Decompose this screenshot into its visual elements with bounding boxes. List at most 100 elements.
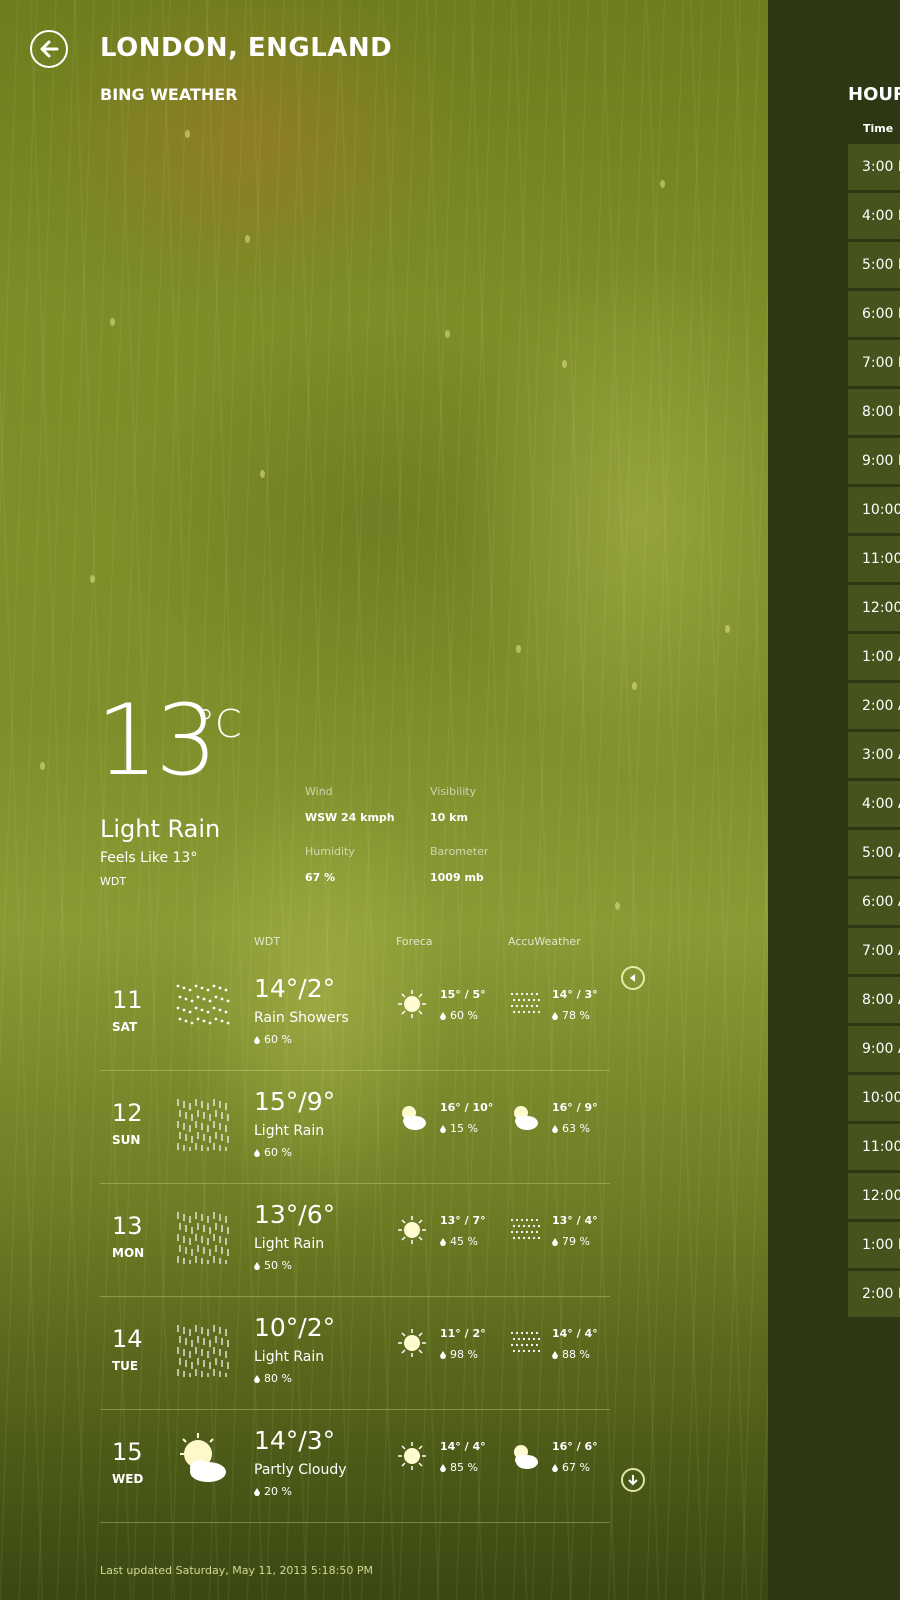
forecast-date: 12	[112, 1099, 143, 1127]
forecast-row[interactable]: 14 TUE 10°/2° Light Rain 80 % 11° / 2° 98 % 14°…	[100, 1297, 610, 1410]
wind-label: Wind	[305, 785, 333, 798]
foreca-sun-icon	[396, 988, 428, 1020]
raindrop-icon	[552, 1125, 558, 1133]
hourly-row[interactable]: 7:00 P	[848, 340, 900, 386]
raindrop-icon	[254, 1375, 260, 1383]
raindrop	[90, 575, 95, 583]
forecast-date: 11	[112, 986, 143, 1014]
hourly-time: 8:00 A	[862, 992, 900, 1008]
hourly-row[interactable]: 11:00	[848, 1124, 900, 1170]
hourly-row[interactable]: 9:00 P	[848, 438, 900, 484]
hourly-time: 12:00	[862, 1188, 900, 1204]
hourly-row[interactable]: 12:00	[848, 585, 900, 631]
hourly-row[interactable]: 10:00	[848, 1075, 900, 1121]
hourly-row[interactable]: 2:00 A	[848, 683, 900, 729]
back-button[interactable]	[30, 30, 68, 68]
light-rain-icon	[172, 1317, 232, 1380]
current-provider: WDT	[100, 875, 127, 888]
raindrop-icon	[254, 1036, 260, 1044]
accu-rain-icon	[508, 1327, 541, 1359]
hourly-row[interactable]: 5:00 A	[848, 830, 900, 876]
forecast-date: 14	[112, 1325, 143, 1353]
hourly-time: 5:00 P	[862, 257, 900, 273]
rain-showers-icon	[172, 978, 232, 1038]
light-rain-icon	[172, 1204, 232, 1267]
accu-temp: 13° / 4°	[552, 1214, 598, 1227]
forecast-temp: 14°/3°	[254, 1426, 336, 1455]
hourly-time: 2:00 P	[862, 1286, 900, 1302]
collapse-sources-button[interactable]	[621, 966, 645, 990]
hourly-row[interactable]: 10:00	[848, 487, 900, 533]
hourly-row[interactable]: 4:00 P	[848, 193, 900, 239]
visibility-label: Visibility	[430, 785, 477, 798]
raindrop	[725, 625, 730, 633]
foreca-temp: 15° / 5°	[440, 988, 486, 1001]
forecast-row[interactable]: 13 MON 13°/6° Light Rain 50 % 13° / 7° 45 % 13°…	[100, 1184, 610, 1297]
humidity-label: Humidity	[305, 845, 355, 858]
partly-cloudy-icon	[172, 1430, 232, 1490]
foreca-temp: 16° / 10°	[440, 1101, 494, 1114]
forecast-day: WED	[112, 1472, 144, 1486]
foreca-precip-value: 45 %	[450, 1235, 478, 1248]
hourly-row[interactable]: 4:00 A	[848, 781, 900, 827]
foreca-sun-icon	[396, 1327, 428, 1359]
hourly-time: 10:00	[862, 1090, 900, 1106]
hourly-row[interactable]: 12:00	[848, 1173, 900, 1219]
hourly-row[interactable]: 5:00 P	[848, 242, 900, 288]
forecast-precip: 20 %	[254, 1485, 292, 1498]
accu-precip-value: 88 %	[562, 1348, 590, 1361]
hourly-row[interactable]: 8:00 P	[848, 389, 900, 435]
hourly-time: 1:00 P	[862, 1237, 900, 1253]
hourly-row[interactable]: 8:00 A	[848, 977, 900, 1023]
foreca-temp: 14° / 4°	[440, 1440, 486, 1453]
forecast-temp: 13°/6°	[254, 1200, 336, 1229]
raindrop	[615, 902, 620, 910]
accu-rain-icon	[508, 1214, 541, 1246]
foreca-temp: 11° / 2°	[440, 1327, 486, 1340]
hourly-time: 4:00 P	[862, 208, 900, 224]
wind-value: WSW 24 kmph	[305, 811, 395, 824]
forecast-precip: 60 %	[254, 1146, 292, 1159]
hourly-row[interactable]: 7:00 A	[848, 928, 900, 974]
hourly-row[interactable]: 1:00 A	[848, 634, 900, 680]
hourly-time: 7:00 P	[862, 355, 900, 371]
forecast-day: TUE	[112, 1359, 139, 1373]
hourly-row[interactable]: 3:00 P	[848, 144, 900, 190]
forecast-precip: 60 %	[254, 1033, 292, 1046]
accu-temp: 14° / 4°	[552, 1327, 598, 1340]
hourly-row[interactable]: 1:00 P	[848, 1222, 900, 1268]
hourly-row[interactable]: 6:00 P	[848, 291, 900, 337]
raindrop	[40, 762, 45, 770]
foreca-precip: 85 %	[440, 1461, 478, 1474]
hourly-row[interactable]: 2:00 P	[848, 1271, 900, 1317]
hourly-time: 6:00 P	[862, 306, 900, 322]
hourly-title: HOUR	[848, 84, 900, 105]
scroll-down-button[interactable]	[621, 1468, 645, 1492]
accu-precip-value: 79 %	[562, 1235, 590, 1248]
foreca-sun-cloud-icon	[396, 1101, 428, 1133]
accu-precip-value: 67 %	[562, 1461, 590, 1474]
foreca-precip-value: 60 %	[450, 1009, 478, 1022]
hourly-row[interactable]: 11:00	[848, 536, 900, 582]
visibility-value: 10 km	[430, 811, 468, 824]
forecast-condition: Light Rain	[254, 1349, 325, 1365]
accu-temp: 16° / 6°	[552, 1440, 598, 1453]
accu-precip-value: 63 %	[562, 1122, 590, 1135]
raindrop-icon	[254, 1149, 260, 1157]
forecast-temp: 15°/9°	[254, 1087, 336, 1116]
accu-precip: 78 %	[552, 1009, 590, 1022]
hourly-row[interactable]: 6:00 A	[848, 879, 900, 925]
forecast-row[interactable]: 11 SAT 14°/2° Rain Showers 60 % 15° / 5° 60 % 1…	[100, 958, 610, 1071]
foreca-precip: 98 %	[440, 1348, 478, 1361]
raindrop-icon	[552, 1012, 558, 1020]
forecast-condition: Partly Cloudy	[254, 1462, 347, 1478]
accu-temp: 14° / 3°	[552, 988, 598, 1001]
source-header-wdt: WDT	[254, 935, 281, 948]
raindrop	[185, 130, 190, 138]
raindrop	[245, 235, 250, 243]
hourly-row[interactable]: 3:00 A	[848, 732, 900, 778]
hourly-row[interactable]: 9:00 A	[848, 1026, 900, 1072]
forecast-row[interactable]: 15 WED 14°/3° Partly Cloudy 20 % 14° / 4° 85 %…	[100, 1410, 610, 1523]
forecast-row[interactable]: 12 SUN 15°/9° Light Rain 60 % 16° / 10° 15 % 16…	[100, 1071, 610, 1184]
humidity-value: 67 %	[305, 871, 336, 884]
